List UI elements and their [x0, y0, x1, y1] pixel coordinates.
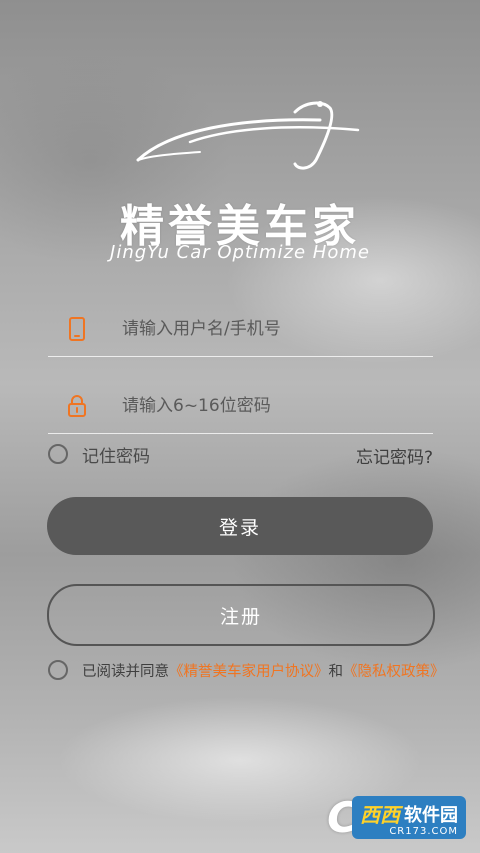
remember-radio[interactable]: [48, 444, 68, 464]
login-screen: 精誉美车家 JingYu Car Optimize Home 记住密码 忘记密码…: [0, 0, 480, 853]
login-button[interactable]: 登录: [47, 497, 433, 555]
lock-icon: [68, 395, 86, 417]
watermark-logo: C 西西 软件园 CR173.COM: [327, 796, 466, 839]
register-button[interactable]: 注册: [47, 584, 435, 646]
phone-field: [48, 300, 433, 357]
watermark-soft: 软件园: [404, 804, 458, 826]
password-input[interactable]: [120, 389, 424, 423]
brand-name-en: JingYu Car Optimize Home: [110, 242, 370, 263]
privacy-policy-link[interactable]: 《隐私权政策》: [343, 664, 445, 680]
forgot-password-link[interactable]: 忘记密码?: [356, 443, 433, 468]
brand-logo: 精誉美车家 JingYu Car Optimize Home: [0, 90, 480, 280]
agreement-row: 已阅读并同意《精誉美车家用户协议》和《隐私权政策》: [48, 657, 445, 683]
agreement-and: 和: [328, 663, 344, 680]
remember-password[interactable]: 记住密码: [48, 441, 150, 467]
phone-icon: [69, 317, 85, 341]
password-field: [48, 377, 433, 434]
watermark-badge: 西西 软件园 CR173.COM: [352, 796, 466, 839]
agreement-radio[interactable]: [48, 660, 68, 680]
agreement-prefix: 已阅读并同意: [82, 663, 169, 680]
agreement-text: 已阅读并同意《精誉美车家用户协议》和《隐私权政策》: [82, 660, 445, 681]
remember-label: 记住密码: [82, 446, 150, 467]
watermark-url: CR173.COM: [389, 826, 458, 837]
car-swoosh-icon: [136, 101, 360, 170]
user-agreement-link[interactable]: 《精誉美车家用户协议》: [169, 664, 329, 680]
watermark-xixi: 西西: [360, 803, 400, 827]
username-input[interactable]: [120, 312, 424, 346]
